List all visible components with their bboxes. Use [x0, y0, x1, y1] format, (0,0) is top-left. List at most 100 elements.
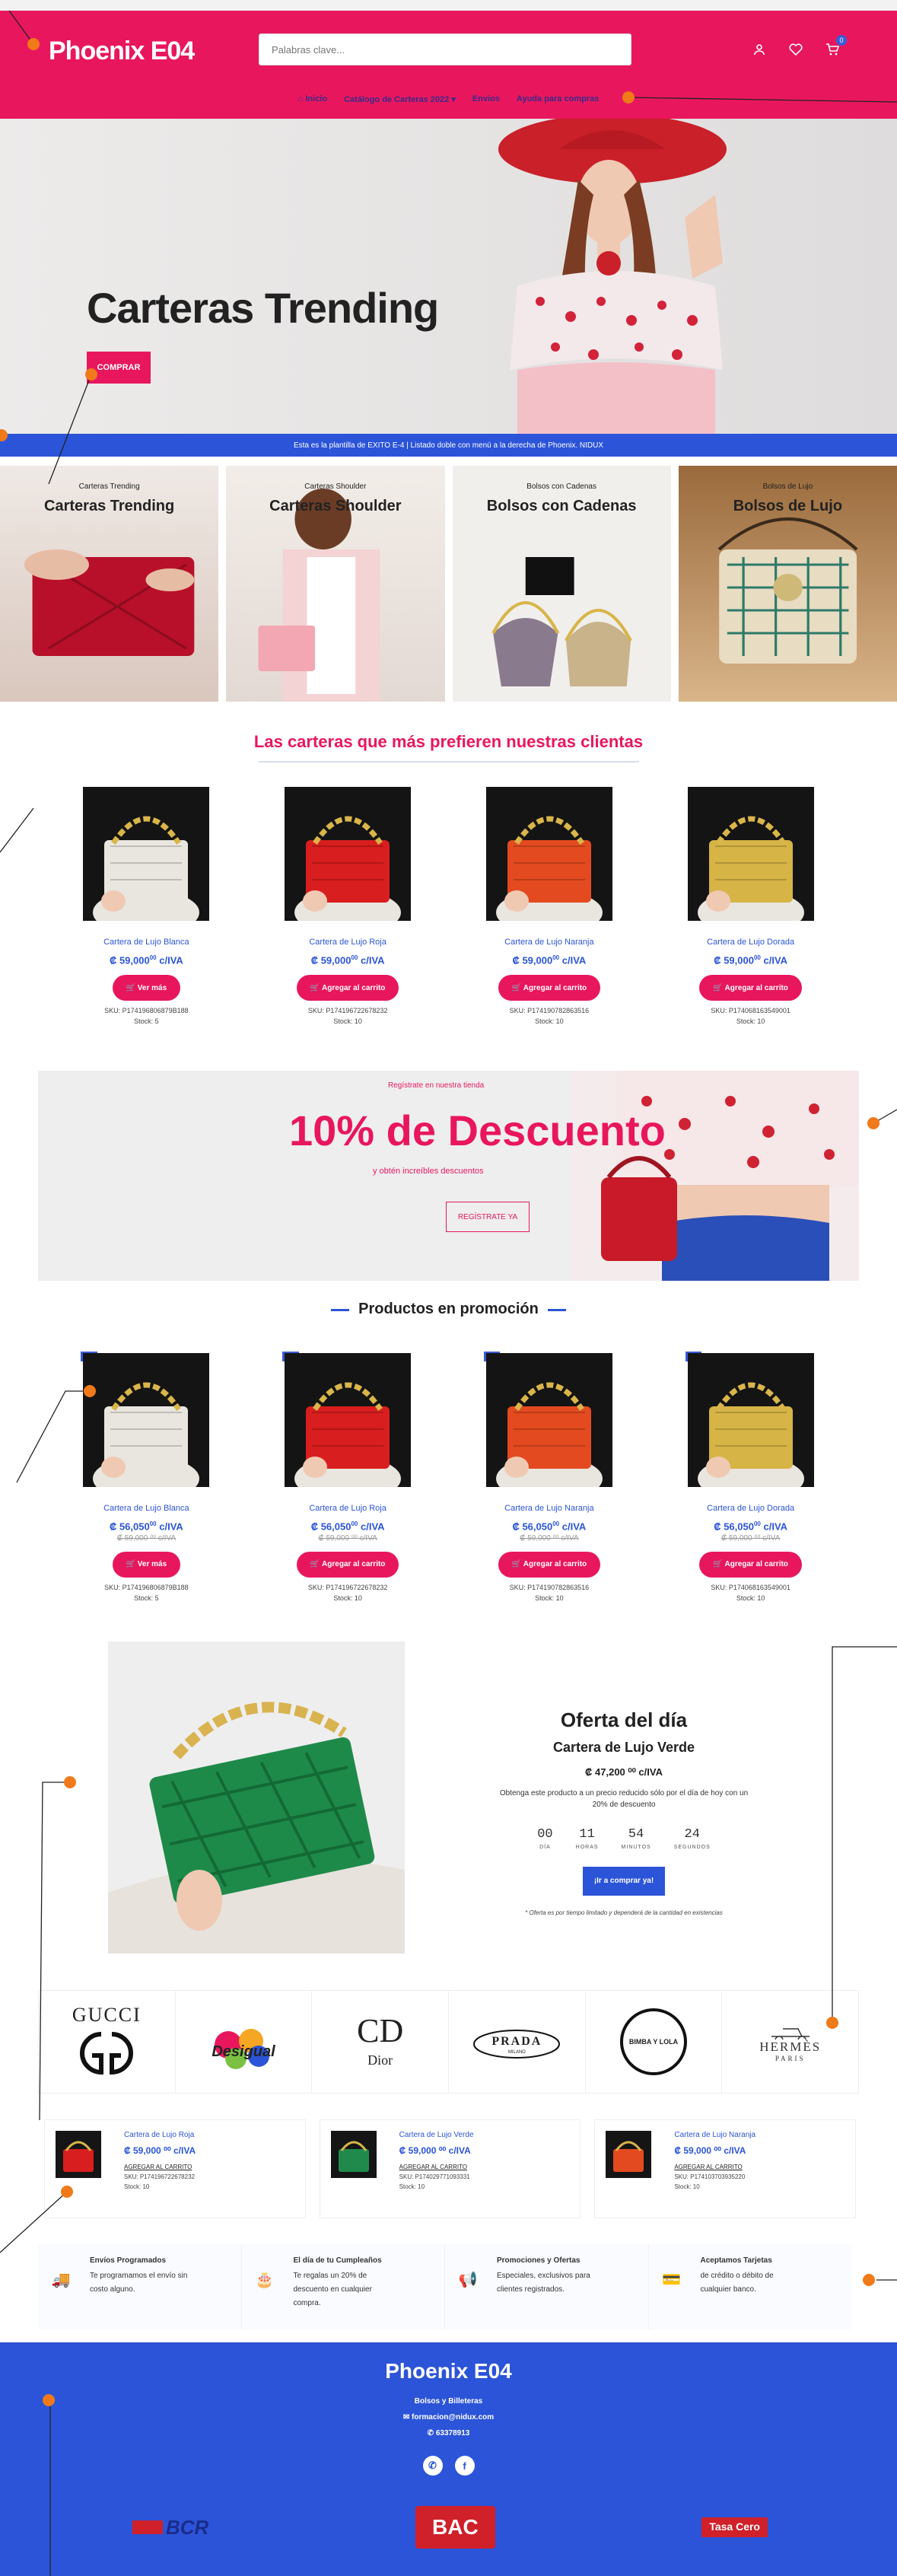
- category-tiles: Carteras Trending Carteras Trending Cart…: [0, 466, 897, 702]
- mini-product-name[interactable]: Cartera de Lujo Naranja: [674, 2131, 755, 2139]
- footer-logo[interactable]: Phoenix E04: [0, 2342, 897, 2383]
- heart-icon[interactable]: [787, 41, 804, 58]
- product-action-button[interactable]: 🛒 Agregar al carrito: [296, 1551, 399, 1578]
- brand-name: Dior: [367, 2052, 393, 2068]
- deal-product-image[interactable]: [108, 1641, 405, 1953]
- brand-name: BIMBA Y LOLA: [620, 2008, 688, 2075]
- bank-name: Tasa Cero: [709, 2520, 760, 2533]
- price-cents: 00: [552, 1520, 560, 1528]
- nav-item-shipping[interactable]: Envíos: [472, 94, 500, 104]
- product-action-button[interactable]: 🛒 Agregar al carrito: [699, 975, 802, 1001]
- product-sku: SKU: P174068163549001: [711, 1007, 790, 1015]
- countdown-value: 00: [537, 1826, 553, 1842]
- product-image[interactable]: [285, 1353, 412, 1488]
- hermes-carriage-icon: [771, 2027, 810, 2039]
- product-name[interactable]: Cartera de Lujo Naranja: [473, 1504, 625, 1513]
- site-header: Phoenix E04 0 ⌂ Inicio Catálogo de Carte…: [0, 11, 897, 119]
- brand-desigual[interactable]: Desigual: [176, 1990, 313, 2093]
- annotation-dot: [826, 2017, 838, 2029]
- annotation-dot: [43, 2394, 55, 2406]
- search-input[interactable]: [259, 33, 631, 65]
- countdown-timer: 00 DÍA 11 HORAS 54 MINUTOS 24 SEGUNDOS: [472, 1827, 776, 1850]
- product-card: 5%Cartera de Lujo Dorada₡ 56,05000 c/IVA…: [675, 1352, 827, 1602]
- dior-cd-icon: CD: [357, 2012, 404, 2050]
- brand-dior[interactable]: CD Dior: [312, 1990, 450, 2093]
- nav-label: Inicio: [305, 94, 328, 103]
- hero-buy-button[interactable]: COMPRAR: [87, 352, 151, 384]
- brand-gucci[interactable]: GUCCI: [39, 1990, 176, 2093]
- mini-product-image[interactable]: [330, 2130, 377, 2178]
- register-button[interactable]: REGÍSTRATE YA: [446, 1202, 530, 1233]
- footer-phone[interactable]: ✆ 63378913: [0, 2429, 897, 2437]
- feature-text: Envíos Programados Te programamos el enví…: [90, 2256, 187, 2297]
- countdown-minutes: 54 MINUTOS: [622, 1827, 651, 1850]
- footer-email[interactable]: ✉ formacion@nidux.com: [0, 2413, 897, 2422]
- category-subtitle: Bolsos con Cadenas: [526, 482, 596, 491]
- brand-bimba-y-lola[interactable]: BIMBA Y LOLA: [586, 1990, 723, 2093]
- top-strip: [0, 0, 897, 11]
- product-image[interactable]: [485, 1353, 612, 1488]
- product-action-button[interactable]: 🛒 Agregar al carrito: [498, 1551, 601, 1578]
- product-image[interactable]: [83, 787, 210, 921]
- add-to-cart-link[interactable]: AGREGAR AL CARRITO: [399, 2164, 474, 2170]
- product-stock: Stock: 5: [134, 1594, 159, 1602]
- footer-tagline: Bolsos y Billeteras: [414, 2397, 483, 2406]
- brand-prada[interactable]: PRADA MILANO: [449, 1990, 586, 2093]
- product-action-button[interactable]: 🛒 Agregar al carrito: [296, 975, 399, 1001]
- product-image[interactable]: [83, 1353, 210, 1488]
- button-label: Agregar al carrito: [523, 1560, 587, 1569]
- product-name[interactable]: Cartera de Lujo Dorada: [675, 1504, 827, 1513]
- facebook-icon[interactable]: f: [454, 2456, 475, 2476]
- card-icon: 💳: [662, 2271, 681, 2288]
- add-to-cart-link[interactable]: AGREGAR AL CARRITO: [674, 2164, 755, 2170]
- deal-product-name[interactable]: Cartera de Lujo Verde: [472, 1740, 776, 1756]
- product-image[interactable]: [687, 1353, 814, 1488]
- product-action-button[interactable]: 🛒 Ver más: [112, 1551, 181, 1578]
- product-image[interactable]: [485, 787, 612, 921]
- price-tax: c/IVA: [561, 954, 587, 966]
- site-logo[interactable]: Phoenix E04: [49, 37, 195, 66]
- promo-products: 5%Cartera de Lujo Blanca₡ 56,05000 c/IVA…: [0, 1352, 897, 1602]
- deal-heading: Oferta del día: [560, 1708, 688, 1731]
- brand-hermes[interactable]: HERMÈS PARIS: [722, 1991, 858, 2093]
- product-name[interactable]: Cartera de Lujo Roja: [272, 938, 424, 947]
- product-name[interactable]: Cartera de Lujo Blanca: [70, 938, 222, 947]
- annotation-dot: [863, 2274, 875, 2286]
- product-action-button[interactable]: 🛒 Agregar al carrito: [498, 975, 601, 1001]
- product-name[interactable]: Cartera de Lujo Blanca: [70, 1504, 222, 1513]
- mini-product-name[interactable]: Cartera de Lujo Verde: [399, 2131, 474, 2139]
- product-image[interactable]: [285, 787, 412, 921]
- mini-product-image[interactable]: [56, 2130, 101, 2178]
- brand-name: GUCCI: [72, 2003, 142, 2026]
- product-name[interactable]: Cartera de Lujo Dorada: [675, 938, 827, 947]
- product-name[interactable]: Cartera de Lujo Roja: [272, 1504, 424, 1513]
- promo-subtitle: Regístrate en nuestra tienda: [388, 1081, 485, 1091]
- product-action-button[interactable]: 🛒 Agregar al carrito: [699, 1551, 802, 1578]
- category-tile-trending[interactable]: Carteras Trending Carteras Trending: [0, 466, 219, 702]
- mini-product-name[interactable]: Cartera de Lujo Roja: [124, 2131, 196, 2139]
- price-main: ₡ 59,000: [109, 954, 150, 966]
- whatsapp-icon[interactable]: ✆: [422, 2456, 443, 2476]
- mini-product-info: Cartera de Lujo Naranja ₡ 59,000 ⁰⁰ c/IVA…: [674, 2131, 755, 2207]
- product-name[interactable]: Cartera de Lujo Naranja: [473, 938, 625, 947]
- buy-now-button[interactable]: ¡Ir a comprar ya!: [583, 1866, 665, 1896]
- add-to-cart-link[interactable]: AGREGAR AL CARRITO: [124, 2164, 196, 2170]
- nav-item-catalog[interactable]: Catálogo de Carteras 2022 ▾: [344, 94, 456, 104]
- price-cents: 00: [149, 954, 157, 961]
- price-tax: c/IVA: [159, 954, 183, 966]
- mini-product-price: ₡ 59,000 ⁰⁰ c/IVA: [399, 2145, 471, 2156]
- category-tile-chains[interactable]: Bolsos con Cadenas Bolsos con Cadenas: [452, 466, 671, 702]
- product-image[interactable]: [687, 787, 814, 921]
- cart-icon[interactable]: 0: [824, 35, 847, 58]
- category-tile-luxury[interactable]: Bolsos de Lujo Bolsos de Lujo: [678, 466, 897, 702]
- mini-product-image[interactable]: [606, 2130, 652, 2178]
- button-label: Agregar al carrito: [523, 983, 587, 992]
- product-sku: SKU: P174190782863516: [509, 1007, 590, 1015]
- nav-item-help[interactable]: Ayuda para compras: [517, 94, 599, 104]
- price-main: ₡ 56,050: [109, 1520, 150, 1533]
- feature-text: Promociones y Ofertas Especiales, exclusi…: [497, 2256, 590, 2297]
- product-action-button[interactable]: 🛒 Ver más: [112, 975, 181, 1001]
- user-icon[interactable]: [751, 41, 768, 58]
- nav-item-home[interactable]: ⌂ Inicio: [298, 94, 327, 104]
- category-tile-shoulder[interactable]: Carteras Shoulder Carteras Shoulder: [226, 466, 445, 702]
